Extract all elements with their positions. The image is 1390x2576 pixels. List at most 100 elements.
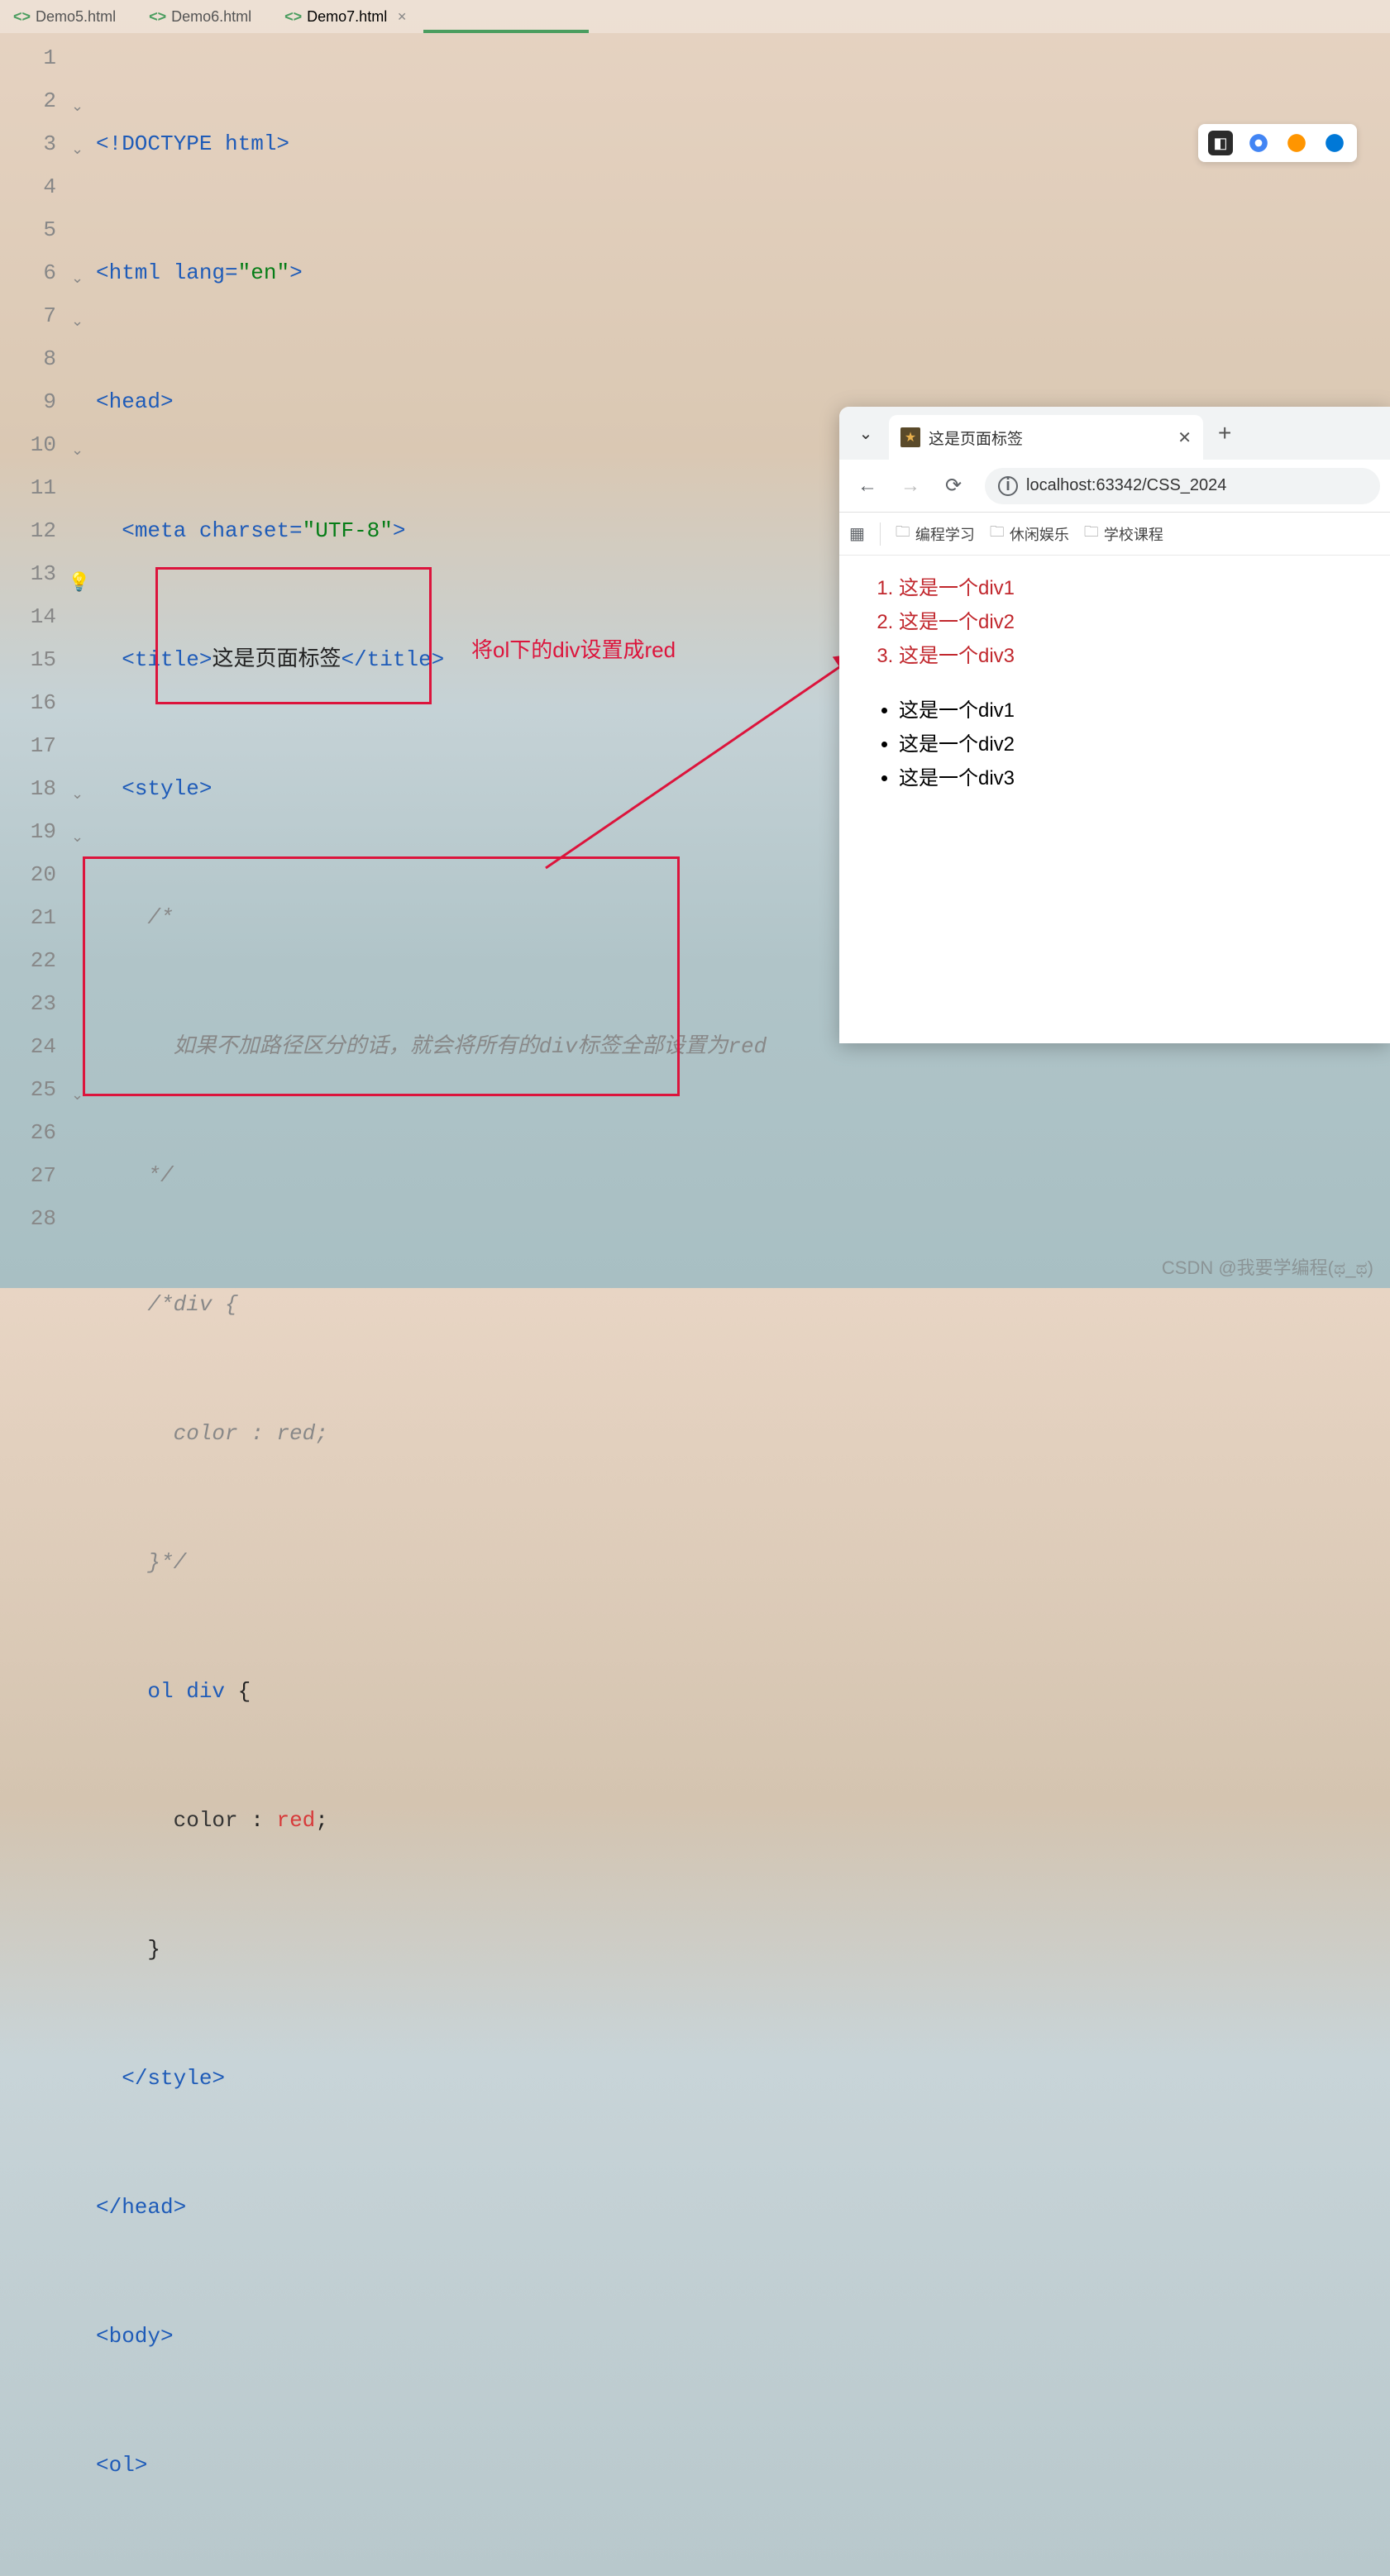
back-button[interactable]: ← — [849, 468, 886, 504]
line-number: 5 — [0, 208, 56, 251]
watermark-text: CSDN @我要学编程(ಥ_ಥ) — [1162, 1253, 1373, 1280]
reload-button[interactable]: ⟳ — [935, 468, 972, 504]
list-item: 这是一个div1 — [899, 694, 1357, 728]
list-item: 这是一个div3 — [899, 640, 1357, 674]
html-file-icon: <> — [13, 8, 31, 26]
fold-chevron-icon[interactable]: ⌄ — [71, 430, 84, 473]
code-text: color — [174, 1808, 251, 1833]
tab-demo5[interactable]: <> Demo5.html — [7, 5, 122, 29]
browser-preview-window: ⌄ ★ 这是页面标签 ✕ + ← → ⟳ i localhost:63342/C… — [839, 407, 1390, 1043]
html-file-icon: <> — [284, 8, 302, 26]
code-text: </head> — [96, 2195, 186, 2220]
code-text: <style> — [122, 776, 212, 801]
tab-demo7[interactable]: <> Demo7.html ✕ — [278, 5, 413, 29]
chrome-icon[interactable] — [1246, 131, 1271, 155]
editor-tabs: <> Demo5.html <> Demo6.html <> Demo7.htm… — [0, 0, 1390, 33]
firefox-icon[interactable] — [1284, 131, 1309, 155]
code-text: <html — [96, 260, 174, 285]
browser-launch-icons: ◧ — [1198, 124, 1357, 162]
code-text: <ol> — [96, 2453, 147, 2478]
bookmark-folder[interactable]: 🗀学校课程 — [1084, 522, 1163, 546]
code-text: <head> — [96, 389, 174, 414]
close-tab-icon[interactable]: ✕ — [1177, 427, 1192, 448]
line-number: 23 — [0, 982, 56, 1025]
line-number-text: 14 — [31, 604, 56, 629]
code-text: ; — [315, 1808, 328, 1833]
line-number: 3 — [0, 122, 56, 165]
line-number: 18 — [0, 767, 56, 810]
line-number: 1 — [0, 36, 56, 79]
code-text: lang= — [174, 260, 238, 285]
line-number: 24 — [0, 1025, 56, 1068]
tab-demo6[interactable]: <> Demo6.html — [142, 5, 258, 29]
code-comment: */ — [147, 1163, 173, 1188]
folder-icon: 🗀 — [1084, 522, 1099, 546]
fold-chevron-icon[interactable]: ⌄ — [71, 774, 84, 817]
line-number: 2 — [0, 79, 56, 122]
bookmark-folder[interactable]: 🗀休闲娱乐 — [990, 522, 1069, 546]
line-number: 14 — [0, 595, 56, 638]
browser-tab-title: 这是页面标签 — [929, 427, 1169, 449]
new-tab-button[interactable]: + — [1206, 420, 1243, 446]
close-icon[interactable]: ✕ — [397, 10, 407, 24]
page-content: 这是一个div1 这是一个div2 这是一个div3 这是一个div1 这是一个… — [839, 556, 1390, 813]
favicon-icon: ★ — [900, 427, 920, 447]
code-text: red — [276, 1808, 315, 1833]
line-number: 7 — [0, 294, 56, 337]
separator — [880, 522, 881, 546]
code-text: : — [251, 1808, 276, 1833]
code-text: { — [238, 1679, 251, 1704]
bookmark-label: 学校课程 — [1104, 523, 1163, 545]
line-number: 26 — [0, 1111, 56, 1154]
intellij-icon[interactable]: ◧ — [1208, 131, 1233, 155]
line-number: 21 — [0, 896, 56, 939]
fold-chevron-icon[interactable]: ⌄ — [71, 258, 84, 301]
line-number: 13 — [0, 552, 56, 595]
list-item: 这是一个div1 — [899, 572, 1357, 606]
list-item: 这是一个div2 — [899, 728, 1357, 762]
line-number: 9 — [0, 380, 56, 423]
bookmark-folder[interactable]: 🗀编程学习 — [896, 522, 975, 546]
address-bar[interactable]: i localhost:63342/CSS_2024 — [985, 468, 1380, 504]
browser-tab[interactable]: ★ 这是页面标签 ✕ — [889, 415, 1203, 460]
list-item: 这是一个div3 — [899, 762, 1357, 796]
line-number: 10 — [0, 423, 56, 466]
code-text: > — [393, 518, 406, 543]
line-number: 27 — [0, 1154, 56, 1197]
fold-chevron-icon[interactable]: ⌄ — [71, 817, 84, 860]
ordered-list: 这是一个div1 这是一个div2 这是一个div3 — [872, 572, 1357, 673]
code-text: <!DOCTYPE html> — [96, 131, 289, 156]
line-number: 16 — [0, 681, 56, 724]
code-text: } — [147, 1937, 160, 1962]
browser-titlebar: ⌄ ★ 这是页面标签 ✕ + — [839, 407, 1390, 460]
edge-icon[interactable] — [1322, 131, 1347, 155]
html-file-icon: <> — [149, 8, 166, 26]
fold-chevron-icon[interactable]: ⌄ — [71, 86, 84, 129]
line-number: 12 — [0, 509, 56, 552]
forward-button[interactable]: → — [892, 468, 929, 504]
url-text: localhost:63342/CSS_2024 — [1026, 476, 1226, 495]
code-comment: }*/ — [147, 1550, 186, 1575]
line-number: 8 — [0, 337, 56, 380]
fold-chevron-icon[interactable]: ⌄ — [71, 1075, 84, 1118]
line-number: 15 — [0, 638, 56, 681]
line-number: 22 — [0, 939, 56, 982]
highlight-box-css-rule — [155, 567, 432, 704]
tab-label: Demo5.html — [36, 8, 116, 26]
tab-label: Demo7.html — [307, 8, 387, 26]
lightbulb-icon[interactable]: 💡 — [68, 562, 90, 605]
browser-toolbar: ← → ⟳ i localhost:63342/CSS_2024 — [839, 460, 1390, 513]
tab-search-button[interactable]: ⌄ — [846, 413, 886, 453]
fold-chevron-icon[interactable]: ⌄ — [71, 301, 84, 344]
apps-grid-icon[interactable]: ▦ — [849, 523, 865, 544]
line-number: 4 — [0, 165, 56, 208]
code-comment: /*div { — [147, 1292, 237, 1317]
code-text: charset= — [199, 518, 303, 543]
line-number: 17 — [0, 724, 56, 767]
fold-column: ⌄ ⌄ ⌄ ⌄ ⌄ ⌄ 💡 ⌄ ⌄ ⌄ — [66, 36, 96, 2576]
code-text: <meta — [122, 518, 199, 543]
site-info-icon[interactable]: i — [998, 476, 1018, 496]
line-number: 25 — [0, 1068, 56, 1111]
fold-chevron-icon[interactable]: ⌄ — [71, 129, 84, 172]
code-text: "en" — [238, 260, 289, 285]
